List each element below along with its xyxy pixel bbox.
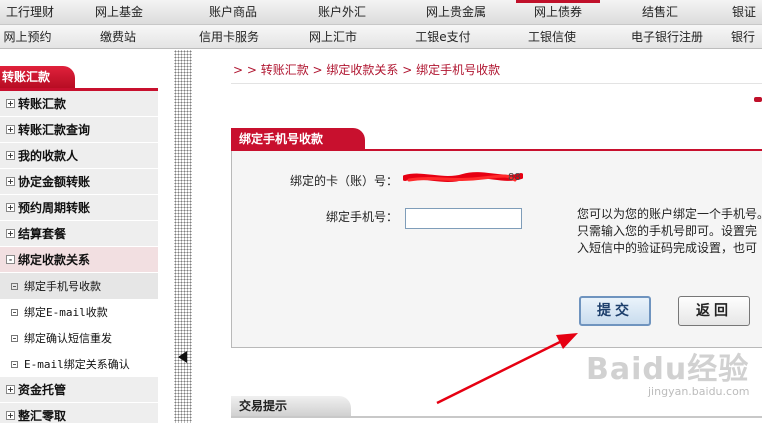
baidu-watermark: Baidu经验 jingyan.baidu.com xyxy=(586,344,750,398)
watermark-url: jingyan.baidu.com xyxy=(648,385,750,398)
watermark-brand: Baidu经验 xyxy=(586,352,750,387)
